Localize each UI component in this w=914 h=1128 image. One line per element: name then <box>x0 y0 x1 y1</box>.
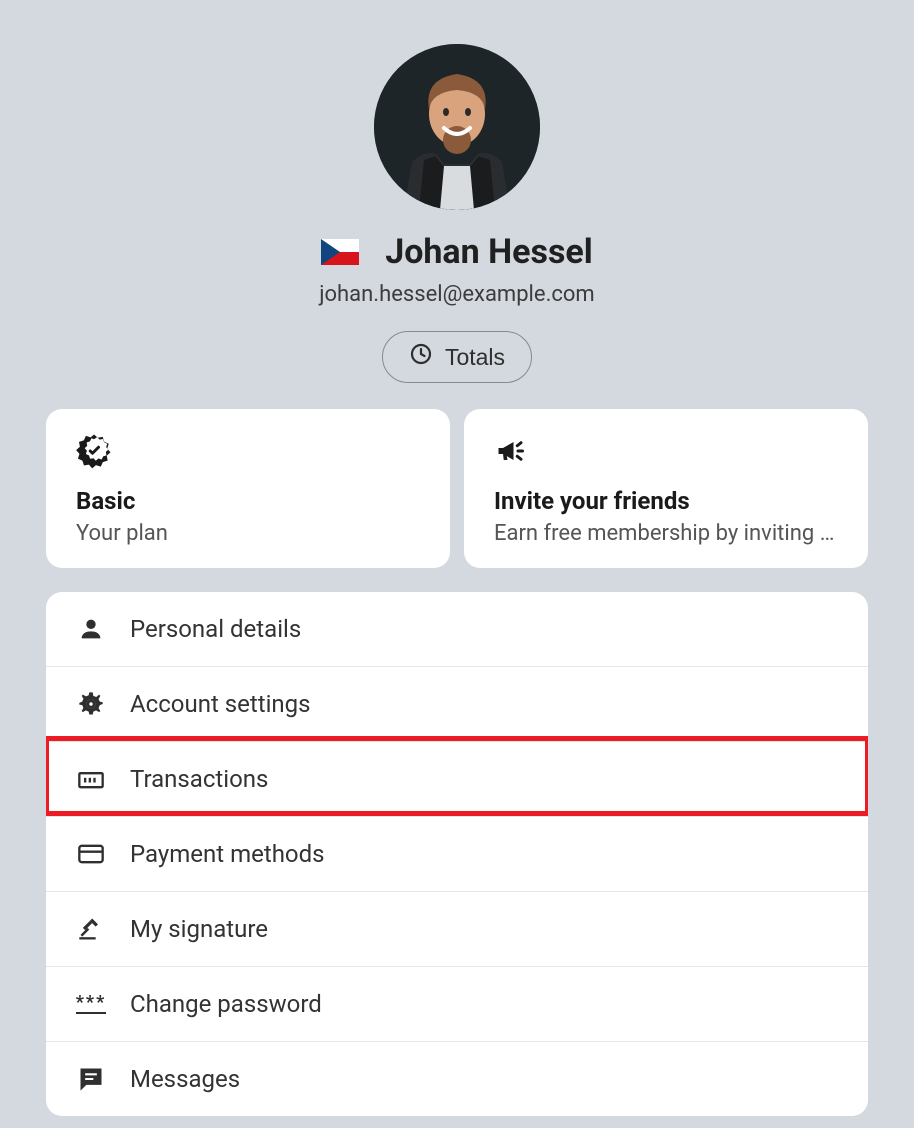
gavel-icon <box>76 914 106 944</box>
password-icon: *** <box>76 989 106 1019</box>
totals-label: Totals <box>445 344 505 371</box>
menu-item-change-password[interactable]: *** Change password <box>46 967 868 1042</box>
menu-label: Account settings <box>130 690 311 718</box>
menu-item-payment-methods[interactable]: Payment methods <box>46 817 868 892</box>
gear-icon <box>76 689 106 719</box>
menu-list: Personal details Account settings Transa… <box>46 592 868 1116</box>
banknote-icon <box>76 764 106 794</box>
clock-icon <box>409 342 433 372</box>
plan-subtitle: Your plan <box>76 521 420 546</box>
name-row: Johan Hessel <box>321 232 593 272</box>
menu-label: Change password <box>130 990 322 1018</box>
menu-item-messages[interactable]: Messages <box>46 1042 868 1116</box>
menu-item-personal-details[interactable]: Personal details <box>46 592 868 667</box>
menu-label: Messages <box>130 1065 240 1093</box>
chat-icon <box>76 1064 106 1094</box>
menu-label: Transactions <box>130 765 268 793</box>
person-icon <box>76 614 106 644</box>
invite-title: Invite your friends <box>494 487 838 515</box>
avatar <box>374 44 540 210</box>
invite-card[interactable]: Invite your friends Earn free membership… <box>464 409 868 568</box>
menu-label: Payment methods <box>130 840 325 868</box>
plan-title: Basic <box>76 487 420 515</box>
menu-item-my-signature[interactable]: My signature <box>46 892 868 967</box>
invite-subtitle: Earn free membership by inviting y... <box>494 521 838 546</box>
totals-button[interactable]: Totals <box>382 331 532 383</box>
plan-card[interactable]: Basic Your plan <box>46 409 450 568</box>
user-email: johan.hessel@example.com <box>319 282 594 307</box>
profile-header: Johan Hessel johan.hessel@example.com To… <box>46 44 868 383</box>
megaphone-icon <box>494 433 530 469</box>
menu-label: Personal details <box>130 615 301 643</box>
flag-icon <box>321 239 359 265</box>
user-name: Johan Hessel <box>385 232 593 272</box>
cards-row: Basic Your plan Invite your friends Earn… <box>46 409 868 568</box>
menu-item-account-settings[interactable]: Account settings <box>46 667 868 742</box>
menu-item-transactions[interactable]: Transactions <box>46 742 868 817</box>
credit-card-icon <box>76 839 106 869</box>
verified-badge-icon <box>76 433 112 469</box>
menu-label: My signature <box>130 915 268 943</box>
